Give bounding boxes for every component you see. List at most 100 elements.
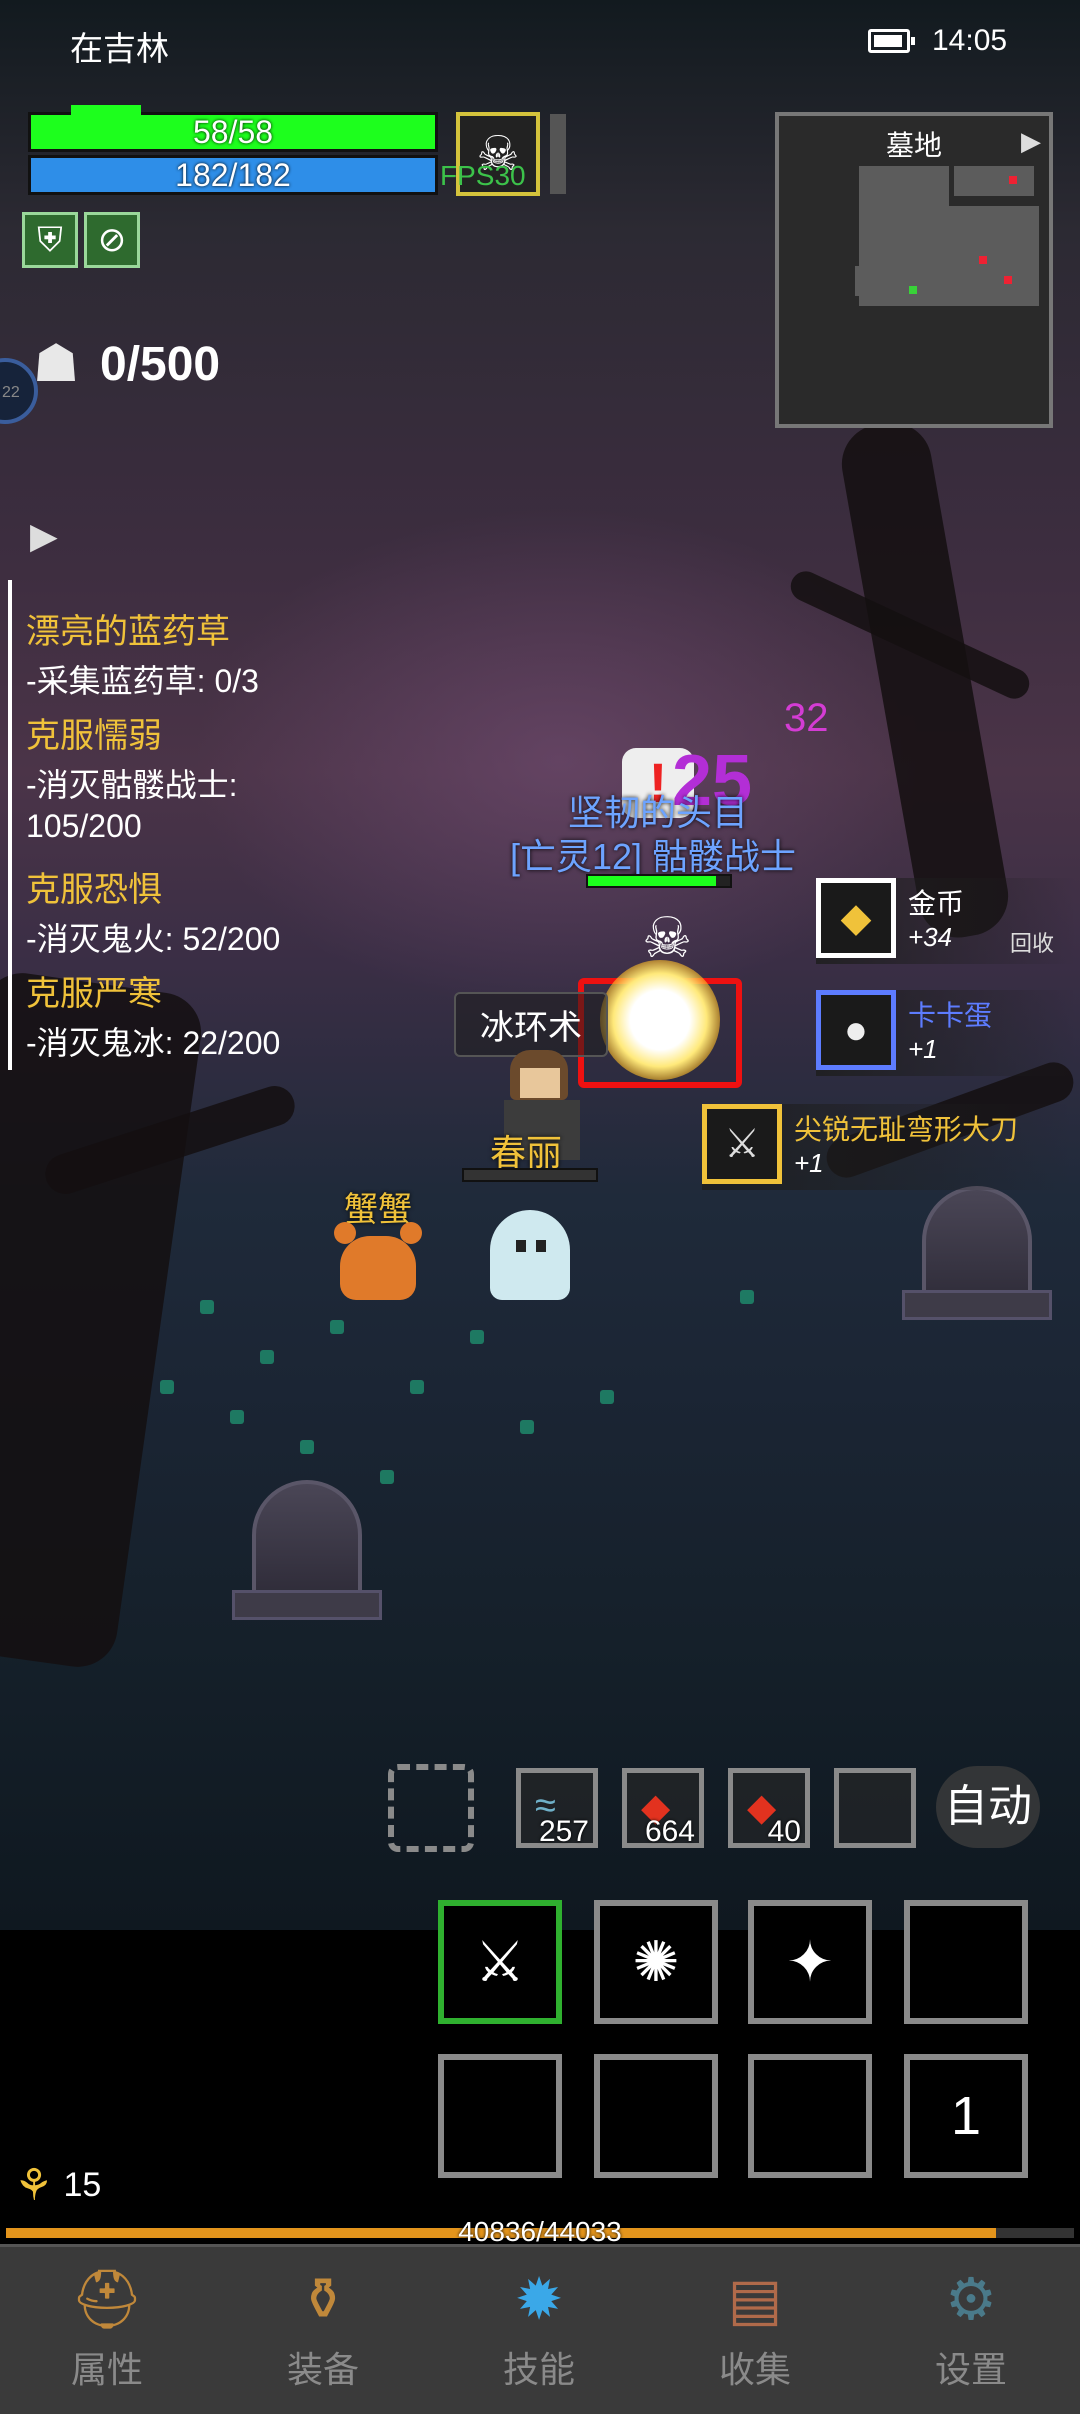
- grass-tile: [200, 1300, 214, 1314]
- loot-notification: ⚔ 尖锐无耻弯形大刀 +1: [702, 1104, 1072, 1190]
- player-face: [520, 1068, 560, 1098]
- defense-up-buff-icon[interactable]: ⛨: [22, 212, 78, 268]
- loot-quantity: +34: [908, 922, 953, 952]
- skill-page-number: 1: [950, 2086, 982, 2146]
- map-room: [855, 266, 905, 296]
- nav-label: 属性: [70, 2349, 143, 2390]
- hp-bar: 58/58: [28, 105, 438, 152]
- nav-item-skills[interactable]: ✹ 技能: [464, 2265, 614, 2393]
- loot-name: 金币: [908, 888, 965, 919]
- side-gauge: [550, 114, 566, 194]
- shield-buff-icon[interactable]: ⊘: [84, 212, 140, 268]
- quick-item-slot[interactable]: [834, 1768, 916, 1848]
- quest-progress: -采集蓝药草: 0/3: [26, 663, 259, 699]
- spell-name-label: 冰环术: [454, 992, 608, 1057]
- nav-label: 收集: [718, 2349, 791, 2390]
- item-count: 664: [644, 1815, 695, 1848]
- minimap[interactable]: 墓地 ▶: [775, 112, 1053, 428]
- egg-icon: ●: [816, 990, 896, 1070]
- status-bar: 在吉林 14:05: [0, 0, 1080, 84]
- skill-slot[interactable]: [594, 2054, 718, 2178]
- quest-title: 漂亮的蓝药草: [26, 613, 230, 651]
- auto-battle-button[interactable]: 自动: [936, 1766, 1040, 1848]
- map-enemy-marker: [1009, 176, 1017, 184]
- gem-icon: ✹: [514, 2267, 564, 2332]
- tombstone-base: [232, 1590, 382, 1620]
- hp-text: 58/58: [192, 114, 274, 150]
- demon-mask-icon: ☗: [32, 335, 80, 393]
- nav-label: 设置: [934, 2349, 1007, 2390]
- spell-blast-effect: [600, 960, 720, 1080]
- loot-name: 卡卡蛋: [908, 1000, 993, 1031]
- battery-icon: [868, 29, 915, 53]
- quick-item-slot[interactable]: ◆ 40: [728, 1768, 810, 1848]
- bottom-nav: ⛑ 属性 ⚱ 装备 ✹ 技能 ▤ 收集 ⚙ 设置: [0, 2244, 1080, 2414]
- grass-tile: [380, 1470, 394, 1484]
- map-room: [949, 206, 1039, 306]
- item-count: 40: [767, 1815, 801, 1848]
- grass-tile: [740, 1290, 754, 1304]
- skill-page-switch-button[interactable]: 1: [904, 2054, 1028, 2178]
- nav-item-attributes[interactable]: ⛑ 属性: [32, 2265, 182, 2393]
- beast-skill-icon: ✦: [786, 1930, 834, 1993]
- loot-name: 尖锐无耻弯形大刀: [794, 1114, 1019, 1145]
- tombstone: [252, 1480, 362, 1600]
- loot-recycle-link[interactable]: 回收: [1010, 926, 1054, 958]
- sword-shield-skill-icon: ⚔: [474, 1930, 526, 1993]
- crab-pet[interactable]: [334, 1222, 422, 1300]
- tombstone-base: [902, 1290, 1052, 1320]
- level-number: 15: [63, 2166, 102, 2204]
- nav-item-settings[interactable]: ⚙ 设置: [896, 2265, 1046, 2393]
- grass-tile: [160, 1380, 174, 1394]
- grass-tile: [260, 1350, 274, 1364]
- coins-icon: ◆: [816, 878, 896, 958]
- sword-icon: ⚔: [702, 1104, 782, 1184]
- map-enemy-marker: [979, 256, 987, 264]
- grass-tile: [470, 1330, 484, 1344]
- loot-quantity: +1: [908, 1034, 938, 1064]
- skill-slot[interactable]: [748, 2054, 872, 2178]
- quest-progress: -消灭骷髅战士:: [26, 767, 238, 803]
- map-enemy-marker: [1004, 276, 1012, 284]
- quick-item-slot[interactable]: ◆ 664: [622, 1768, 704, 1848]
- helmet-icon: ⛑: [70, 2267, 144, 2332]
- nav-item-collection[interactable]: ▤ 收集: [680, 2265, 830, 2393]
- pet-name: 蟹蟹: [344, 1191, 412, 1229]
- quest-progress: 105/200: [26, 808, 142, 844]
- quest-progress: -消灭鬼冰: 22/200: [26, 1025, 281, 1061]
- quest-panel[interactable]: 漂亮的蓝药草 -采集蓝药草: 0/3 克服懦弱 -消灭骷髅战士: 105/200…: [8, 580, 348, 1070]
- nav-item-equipment[interactable]: ⚱ 装备: [248, 2265, 398, 2393]
- target-select-slot[interactable]: [388, 1764, 474, 1852]
- item-count: 257: [538, 1815, 589, 1848]
- skill-slot[interactable]: ✦: [748, 1900, 872, 2024]
- damage-number: 32: [784, 696, 829, 740]
- ghost-pet[interactable]: [490, 1210, 570, 1300]
- grass-tile: [230, 1410, 244, 1424]
- grass-tile: [300, 1440, 314, 1454]
- minimap-expand-icon[interactable]: ▶: [1021, 126, 1041, 157]
- bag-icon: ⚱: [298, 2267, 348, 2332]
- ice-ring-skill-icon: ✺: [632, 1930, 680, 1993]
- skill-slot[interactable]: ✺: [594, 1900, 718, 2024]
- mp-bar: 182/182: [28, 155, 438, 195]
- location-text: 在吉林: [70, 30, 169, 67]
- quest-panel-toggle-icon[interactable]: ▶: [30, 515, 58, 557]
- map-player-marker: [909, 286, 917, 294]
- minimap-title: 墓地: [885, 130, 942, 161]
- kill-count: 0/500: [100, 337, 221, 391]
- loot-quantity: +1: [794, 1148, 824, 1178]
- loot-notification: ◆ 金币 +34 回收: [816, 878, 1076, 964]
- tombstone: [922, 1186, 1032, 1306]
- skill-slot[interactable]: [904, 1900, 1028, 2024]
- enemy-name: [亡灵12] 骷髅战士: [510, 836, 797, 877]
- nav-label: 技能: [502, 2349, 575, 2390]
- grass-tile: [330, 1320, 344, 1334]
- grass-tile: [520, 1420, 534, 1434]
- loot-notification: ● 卡卡蛋 +1: [816, 990, 1076, 1076]
- skill-slot[interactable]: [438, 2054, 562, 2178]
- level-indicator: ⚘ 15: [14, 2160, 101, 2211]
- quick-item-slot[interactable]: ≈ 257: [516, 1768, 598, 1848]
- grass-tile: [600, 1390, 614, 1404]
- skill-slot[interactable]: ⚔: [438, 1900, 562, 2024]
- book-icon: ▤: [727, 2267, 783, 2332]
